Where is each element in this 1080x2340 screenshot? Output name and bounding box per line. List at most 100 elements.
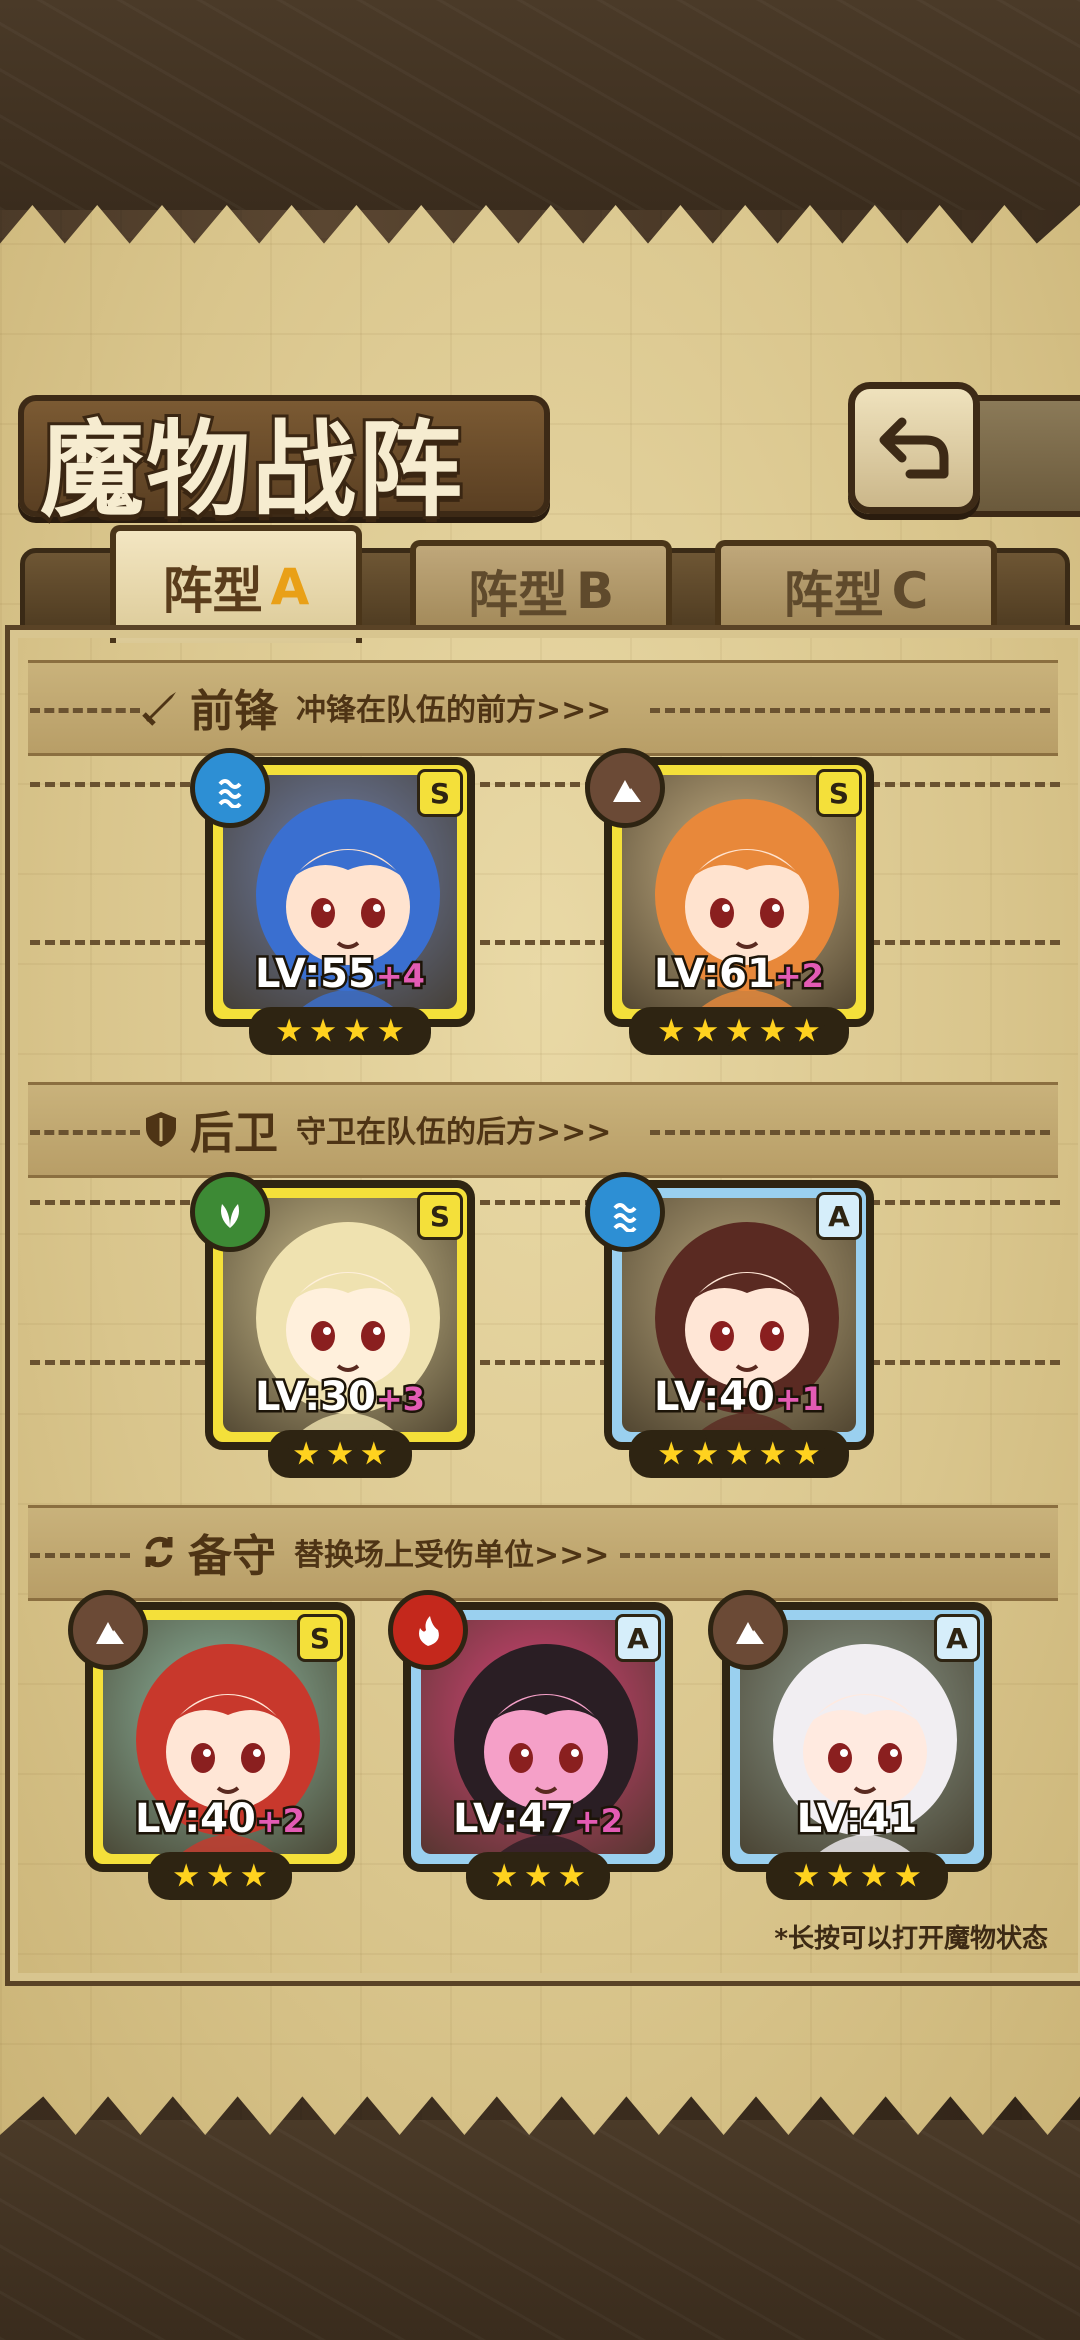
monster-level: LV:61+2 (612, 949, 866, 1000)
star-icon: ★ (788, 1431, 826, 1477)
divider (30, 940, 1060, 945)
divider (620, 1553, 1050, 1558)
monster-level: LV:40+2 (93, 1794, 347, 1845)
star-icon: ★ (553, 1853, 591, 1899)
earth-element-icon (708, 1590, 788, 1670)
star-rating: ★ ★ ★ ★ (249, 1007, 431, 1055)
divider (650, 1130, 1050, 1135)
vanguard-title: 前锋 冲锋在队伍的前方>>> (140, 675, 611, 739)
tab-suffix: A (270, 558, 310, 616)
rank-badge: S (816, 769, 862, 817)
section-desc: 冲锋在队伍的前方>>> (296, 693, 612, 728)
section-name: 备守 (188, 1531, 276, 1582)
star-icon: ★ (652, 1008, 690, 1054)
star-rating: ★ ★ ★ (268, 1430, 412, 1478)
star-icon: ★ (235, 1853, 273, 1899)
tab-label: 阵型 (162, 562, 263, 620)
divider (30, 1130, 140, 1135)
divider (30, 708, 140, 713)
star-icon: ★ (686, 1431, 724, 1477)
rank-badge: A (934, 1614, 980, 1662)
bottom-map-band (0, 2120, 1080, 2340)
star-rating: ★ ★ ★ ★ ★ (629, 1007, 849, 1055)
sword-icon (142, 692, 176, 726)
tab-formation-a[interactable]: 阵型 A (110, 525, 362, 643)
star-icon: ★ (686, 1008, 724, 1054)
rank-badge: S (297, 1614, 343, 1662)
level-value: LV:47 (451, 1794, 577, 1845)
shield-icon (146, 1112, 176, 1147)
star-icon: ★ (321, 1431, 359, 1477)
star-icon: ★ (754, 1008, 792, 1054)
star-icon: ★ (270, 1008, 308, 1054)
star-icon: ★ (287, 1431, 325, 1477)
rank-badge: A (816, 1192, 862, 1240)
tab-suffix: C (891, 562, 929, 620)
star-icon: ★ (304, 1008, 342, 1054)
level-bonus: +2 (253, 1800, 307, 1843)
back-arrow-icon (879, 417, 949, 479)
star-icon: ★ (201, 1853, 239, 1899)
level-bonus: +3 (373, 1378, 427, 1421)
swap-icon (145, 1536, 173, 1568)
star-icon: ★ (754, 1431, 792, 1477)
monster-level: LV:41 (730, 1794, 984, 1845)
star-icon: ★ (788, 1008, 826, 1054)
section-name: 前锋 (190, 686, 278, 737)
star-icon: ★ (485, 1853, 523, 1899)
top-map-band (0, 0, 1080, 210)
monster-level: LV:40+1 (612, 1372, 866, 1423)
monster-level: LV:55+4 (213, 949, 467, 1000)
tab-formation-c[interactable]: 阵型 C (715, 540, 997, 636)
level-bonus: +2 (772, 955, 826, 998)
divider (30, 1360, 1060, 1365)
star-icon: ★ (855, 1853, 893, 1899)
level-value: LV:30 (253, 1372, 379, 1423)
star-icon: ★ (519, 1853, 557, 1899)
rank-badge: A (615, 1614, 661, 1662)
level-value: LV:40 (133, 1794, 259, 1845)
back-button[interactable] (848, 382, 980, 514)
divider (30, 1200, 1060, 1205)
star-rating: ★ ★ ★ (466, 1852, 610, 1900)
section-desc: 替换场上受伤单位>>> (294, 1538, 610, 1573)
divider (650, 708, 1050, 713)
star-rating: ★ ★ ★ ★ ★ (629, 1430, 849, 1478)
star-icon: ★ (889, 1853, 927, 1899)
divider (30, 782, 1060, 787)
level-value: LV:61 (652, 949, 778, 1000)
divider (30, 1553, 130, 1558)
star-icon: ★ (355, 1431, 393, 1477)
earth-element-icon (585, 748, 665, 828)
level-value: LV:41 (794, 1794, 920, 1845)
rank-badge: S (417, 1192, 463, 1240)
tab-label: 阵型 (783, 566, 884, 624)
tab-label: 阵型 (467, 566, 568, 624)
tab-formation-b[interactable]: 阵型 B (410, 540, 672, 636)
monster-level: LV:47+2 (411, 1794, 665, 1845)
rear-title: 后卫 守卫在队伍的后方>>> (140, 1097, 611, 1161)
nature-element-icon (190, 1172, 270, 1252)
monster-level: LV:30+3 (213, 1372, 467, 1423)
level-bonus: +2 (571, 1800, 625, 1843)
level-bonus: +4 (373, 955, 427, 998)
fire-element-icon (388, 1590, 468, 1670)
long-press-hint: *长按可以打开魔物状态 (774, 1924, 1048, 1954)
water-element-icon (190, 748, 270, 828)
star-icon: ★ (787, 1853, 825, 1899)
section-desc: 守卫在队伍的后方>>> (296, 1115, 612, 1150)
level-value: LV:40 (652, 1372, 778, 1423)
page-title: 魔物战阵 (37, 405, 465, 534)
level-bonus: +1 (772, 1378, 826, 1421)
star-icon: ★ (167, 1853, 205, 1899)
tab-suffix: B (575, 562, 615, 620)
star-icon: ★ (372, 1008, 410, 1054)
star-rating: ★ ★ ★ ★ (766, 1852, 948, 1900)
rank-badge: S (417, 769, 463, 817)
star-icon: ★ (821, 1853, 859, 1899)
earth-element-icon (68, 1590, 148, 1670)
section-name: 后卫 (190, 1108, 278, 1159)
star-icon: ★ (652, 1431, 690, 1477)
star-icon: ★ (720, 1431, 758, 1477)
level-value: LV:55 (253, 949, 379, 1000)
